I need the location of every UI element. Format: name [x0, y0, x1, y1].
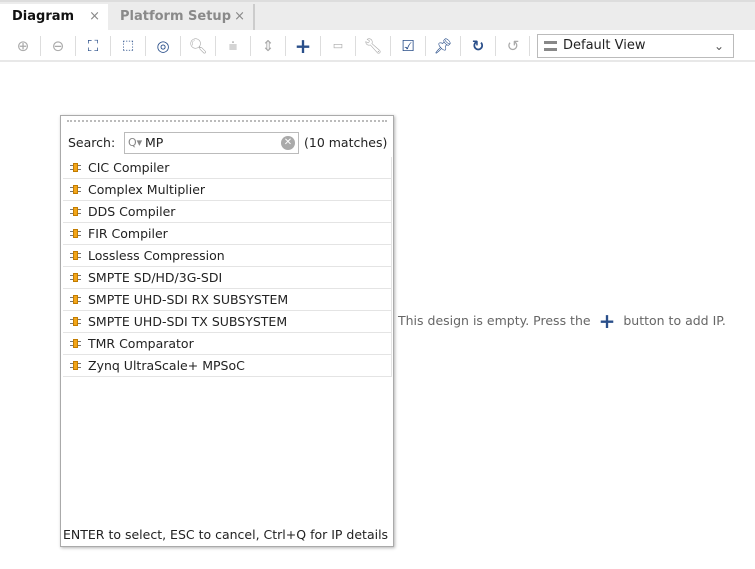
popup-hint: ENTER to select, ESC to cancel, Ctrl+Q f…: [63, 527, 389, 542]
ip-name: TMR Comparator: [88, 336, 194, 351]
ip-icon: [70, 338, 81, 349]
ip-name: SMPTE UHD-SDI RX SUBSYSTEM: [88, 292, 289, 307]
list-item[interactable]: CIC Compiler: [63, 157, 392, 179]
add-ip-popup: Search: Q▾ MP ✕ (10 matches) CIC Compiler C…: [60, 115, 394, 547]
list-item[interactable]: DDS Compiler: [63, 201, 392, 223]
list-item[interactable]: SMPTE SD/HD/3G-SDI: [63, 267, 392, 289]
list-item[interactable]: SMPTE UHD-SDI RX SUBSYSTEM: [63, 289, 392, 311]
ip-name: SMPTE UHD-SDI TX SUBSYSTEM: [88, 314, 288, 329]
view-icon: [544, 41, 557, 51]
search-label: Search:: [68, 135, 116, 150]
ip-icon: [70, 316, 81, 327]
search-input[interactable]: Q▾ MP ✕: [124, 132, 299, 154]
ip-name: Complex Multiplier: [88, 182, 206, 197]
ip-icon: [70, 250, 81, 261]
match-count: (10 matches): [304, 135, 388, 150]
separator: [110, 36, 111, 56]
fit-view-icon[interactable]: ⛶: [83, 36, 103, 56]
clear-icon[interactable]: ✕: [281, 136, 295, 150]
message-text: button to add IP.: [623, 313, 726, 328]
ip-name: SMPTE SD/HD/3G-SDI: [88, 270, 223, 285]
wrench-icon[interactable]: 🔧︎: [363, 36, 383, 56]
toolbar: ⊕ ⊖ ⛶ ⬚ ◎ 🔍︎ ⩧ ⇕ + ▭ 🔧︎ ☑ 📌︎ ↻ ↺ Default…: [0, 30, 755, 62]
list-item[interactable]: TMR Comparator: [63, 333, 392, 355]
ip-icon: [70, 162, 81, 173]
add-ip-icon[interactable]: +: [293, 36, 313, 56]
list-item[interactable]: Complex Multiplier: [63, 179, 392, 201]
search-icon[interactable]: 🔍︎: [188, 36, 208, 56]
zoom-out-icon[interactable]: ⊖: [48, 36, 68, 56]
list-item[interactable]: Zynq UltraScale+ MPSoC: [63, 355, 392, 377]
chevron-down-icon: ⌄: [713, 39, 724, 53]
ip-name: Zynq UltraScale+ MPSoC: [88, 358, 245, 373]
search-value: MP: [145, 135, 164, 150]
ip-icon: [70, 360, 81, 371]
separator: [355, 36, 356, 56]
separator: [320, 36, 321, 56]
separator: [425, 36, 426, 56]
tab-label: Diagram: [12, 9, 75, 24]
ip-icon: [70, 294, 81, 305]
expand-icon[interactable]: ⇕: [258, 36, 278, 56]
separator: [215, 36, 216, 56]
separator: [40, 36, 41, 56]
collapse-icon[interactable]: ⩧: [223, 36, 243, 56]
separator: [250, 36, 251, 56]
ip-name: CIC Compiler: [88, 160, 170, 175]
search-row: Search: Q▾ MP ✕ (10 matches): [68, 132, 394, 154]
list-item[interactable]: FIR Compiler: [63, 223, 392, 245]
validate-icon[interactable]: ☑: [398, 36, 418, 56]
ip-name: DDS Compiler: [88, 204, 176, 219]
tab-bar: Diagram × Platform Setup ×: [0, 0, 755, 32]
separator: [495, 36, 496, 56]
ip-name: FIR Compiler: [88, 226, 168, 241]
regenerate-icon[interactable]: ↺: [503, 36, 523, 56]
ip-icon: [70, 228, 81, 239]
ip-icon: [70, 206, 81, 217]
ip-icon: [70, 272, 81, 283]
search-icon: Q▾: [128, 136, 143, 149]
add-ip-inline-icon[interactable]: +: [599, 309, 616, 333]
tab-label: Platform Setup: [120, 9, 231, 24]
tab-diagram[interactable]: Diagram ×: [0, 4, 108, 32]
separator: [390, 36, 391, 56]
separator: [460, 36, 461, 56]
ip-icon: [70, 184, 81, 195]
list-item[interactable]: Lossless Compression: [63, 245, 392, 267]
separator: [145, 36, 146, 56]
close-icon[interactable]: ×: [234, 4, 245, 30]
separator: [180, 36, 181, 56]
pin-icon[interactable]: 📌︎: [433, 36, 453, 56]
view-select-value: Default View: [563, 38, 646, 53]
center-icon[interactable]: ◎: [153, 36, 173, 56]
view-select[interactable]: Default View ⌄: [537, 34, 734, 58]
separator: [75, 36, 76, 56]
zoom-in-icon[interactable]: ⊕: [13, 36, 33, 56]
ip-list: CIC Compiler Complex Multiplier DDS Compil…: [63, 157, 392, 377]
list-item[interactable]: SMPTE UHD-SDI TX SUBSYSTEM: [63, 311, 392, 333]
refresh-icon[interactable]: ↻: [468, 36, 488, 56]
close-icon[interactable]: ×: [89, 4, 100, 30]
ip-name: Lossless Compression: [88, 248, 225, 263]
select-area-icon[interactable]: ⬚: [118, 36, 138, 56]
tab-platform-setup[interactable]: Platform Setup ×: [108, 4, 255, 32]
separator: [285, 36, 286, 56]
message-text: This design is empty. Press the: [398, 313, 591, 328]
empty-design-message: This design is empty. Press the + button t…: [398, 309, 726, 333]
separator: [529, 36, 530, 56]
drag-handle[interactable]: [67, 120, 387, 122]
add-module-icon[interactable]: ▭: [328, 36, 348, 56]
